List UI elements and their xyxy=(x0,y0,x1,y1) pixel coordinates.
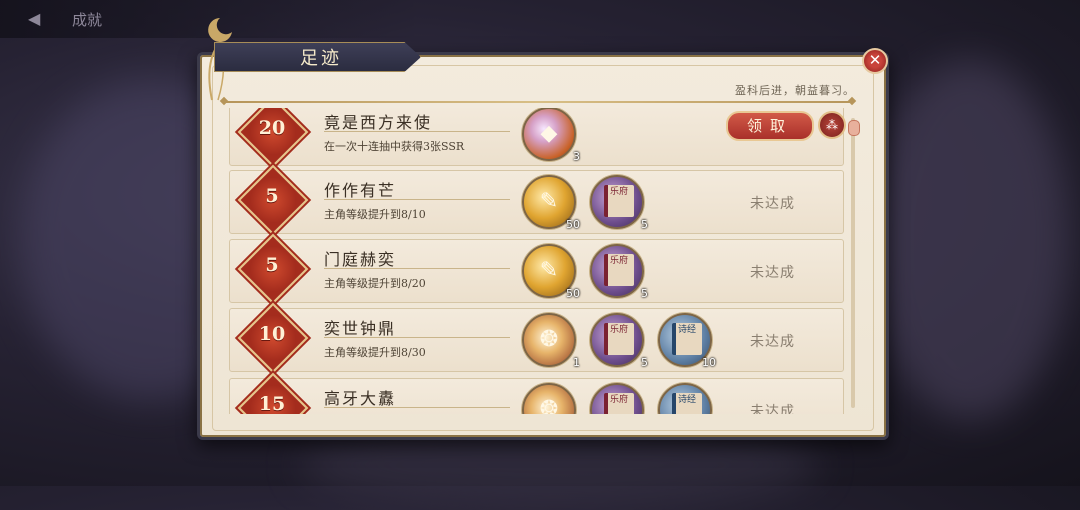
achievement-row: 5 作作有芒 主角等级提升到8/10 ✎ 50 乐府 5 未达成 xyxy=(229,164,844,236)
scrollbar-thumb[interactable] xyxy=(848,120,860,136)
status-text: 未达成 xyxy=(750,196,795,212)
achievement-desc: 在一次十连抽中获得3张SSR xyxy=(324,140,465,153)
background-blur-right xyxy=(870,60,1070,420)
book-yuefu-icon[interactable]: 乐府 5 xyxy=(590,175,648,231)
ring-glyph: ❂ xyxy=(539,397,559,414)
share-icon[interactable]: ⁂ xyxy=(818,111,846,139)
panel-title: 足迹 xyxy=(300,48,342,69)
divider-line xyxy=(224,101,852,103)
achievement-desc: 主角等级提升到8/10 xyxy=(324,208,426,221)
status-text: 未达成 xyxy=(750,334,795,350)
reward-count: 1 xyxy=(573,356,580,369)
close-button[interactable]: ✕ xyxy=(862,48,888,74)
achievement-title: 作作有芒 xyxy=(324,181,397,200)
gem-icon[interactable]: ◆ 3 xyxy=(522,108,580,163)
reward-count: 5 xyxy=(641,287,648,300)
title-divider xyxy=(324,268,510,269)
ring-icon[interactable]: ❂ xyxy=(522,383,576,414)
book-label: 乐府 xyxy=(610,256,629,266)
book-cover: 乐府 xyxy=(604,185,634,217)
gem-glyph: ◆ xyxy=(540,121,558,146)
reward-count: 5 xyxy=(641,218,648,231)
achievement-title: 竟是西方来使 xyxy=(324,113,433,132)
book-yuefu-icon[interactable]: 乐府 5 xyxy=(590,244,648,300)
achievement-title: 门庭赫奕 xyxy=(324,250,397,269)
achievement-title: 奕世钟鼎 xyxy=(324,319,397,338)
reward-count: 3 xyxy=(573,150,580,163)
status-text: 未达成 xyxy=(750,404,795,414)
badge-value: 10 xyxy=(258,323,286,345)
back-arrow-icon[interactable]: ◀ xyxy=(28,9,40,28)
achievement-desc: 主角等级提升到8/30 xyxy=(324,346,426,359)
reward-count: 5 xyxy=(641,356,648,369)
reward-count: 50 xyxy=(566,287,580,300)
feather-icon[interactable]: ✎ 50 xyxy=(522,175,580,231)
achievement-row: 15 高牙大纛 ❂ 乐府 诗经 未达成 xyxy=(229,372,844,414)
book-cover: 乐府 xyxy=(604,393,634,414)
book-label: 诗经 xyxy=(678,395,697,405)
achievement-list[interactable]: 20 竟是西方来使 在一次十连抽中获得3张SSR ◆ 3 领取 ⁂ 5 作作有芒… xyxy=(226,108,846,414)
ring-icon[interactable]: ❂ 1 xyxy=(522,313,580,369)
achievement-desc: 主角等级提升到8/20 xyxy=(324,277,426,290)
badge-value: 5 xyxy=(265,185,279,207)
feather-icon[interactable]: ✎ 50 xyxy=(522,244,580,300)
achievement-row: 5 门庭赫奕 主角等级提升到8/20 ✎ 50 乐府 5 未达成 xyxy=(229,233,844,305)
book-label: 乐府 xyxy=(610,325,629,335)
reward-count: 50 xyxy=(566,218,580,231)
panel-motto: 盈科后进，朝益暮习。 xyxy=(735,84,855,97)
badge-value: 15 xyxy=(258,393,286,414)
book-label: 乐府 xyxy=(610,187,629,197)
title-divider xyxy=(324,199,510,200)
title-divider xyxy=(324,337,510,338)
reward-count: 10 xyxy=(702,356,716,369)
ring-glyph: ❂ xyxy=(539,327,559,352)
book-label: 乐府 xyxy=(610,395,629,405)
book-cover: 乐府 xyxy=(604,254,634,286)
book-cover: 乐府 xyxy=(604,323,634,355)
book-shijing-icon[interactable]: 诗经 xyxy=(658,383,712,414)
achievement-row: 10 奕世钟鼎 主角等级提升到8/30 ❂ 1 乐府 5 诗经 10 未达成 xyxy=(229,302,844,374)
book-yuefu-icon[interactable]: 乐府 5 xyxy=(590,313,648,369)
book-shijing-icon[interactable]: 诗经 10 xyxy=(658,313,716,369)
claim-button[interactable]: 领取 xyxy=(726,111,814,141)
badge-value: 20 xyxy=(258,117,286,139)
top-bar-title: 成就 xyxy=(72,11,103,29)
scrollbar-track[interactable] xyxy=(851,118,855,408)
book-yuefu-icon[interactable]: 乐府 xyxy=(590,383,644,414)
badge-value: 5 xyxy=(265,254,279,276)
status-text: 未达成 xyxy=(750,265,795,281)
book-cover: 诗经 xyxy=(672,393,702,414)
title-divider xyxy=(324,407,510,408)
achievement-row: 20 竟是西方来使 在一次十连抽中获得3张SSR ◆ 3 领取 ⁂ xyxy=(229,108,846,168)
book-cover: 诗经 xyxy=(672,323,702,355)
title-divider xyxy=(324,131,510,132)
book-label: 诗经 xyxy=(678,325,697,335)
achievement-title: 高牙大纛 xyxy=(324,389,397,408)
